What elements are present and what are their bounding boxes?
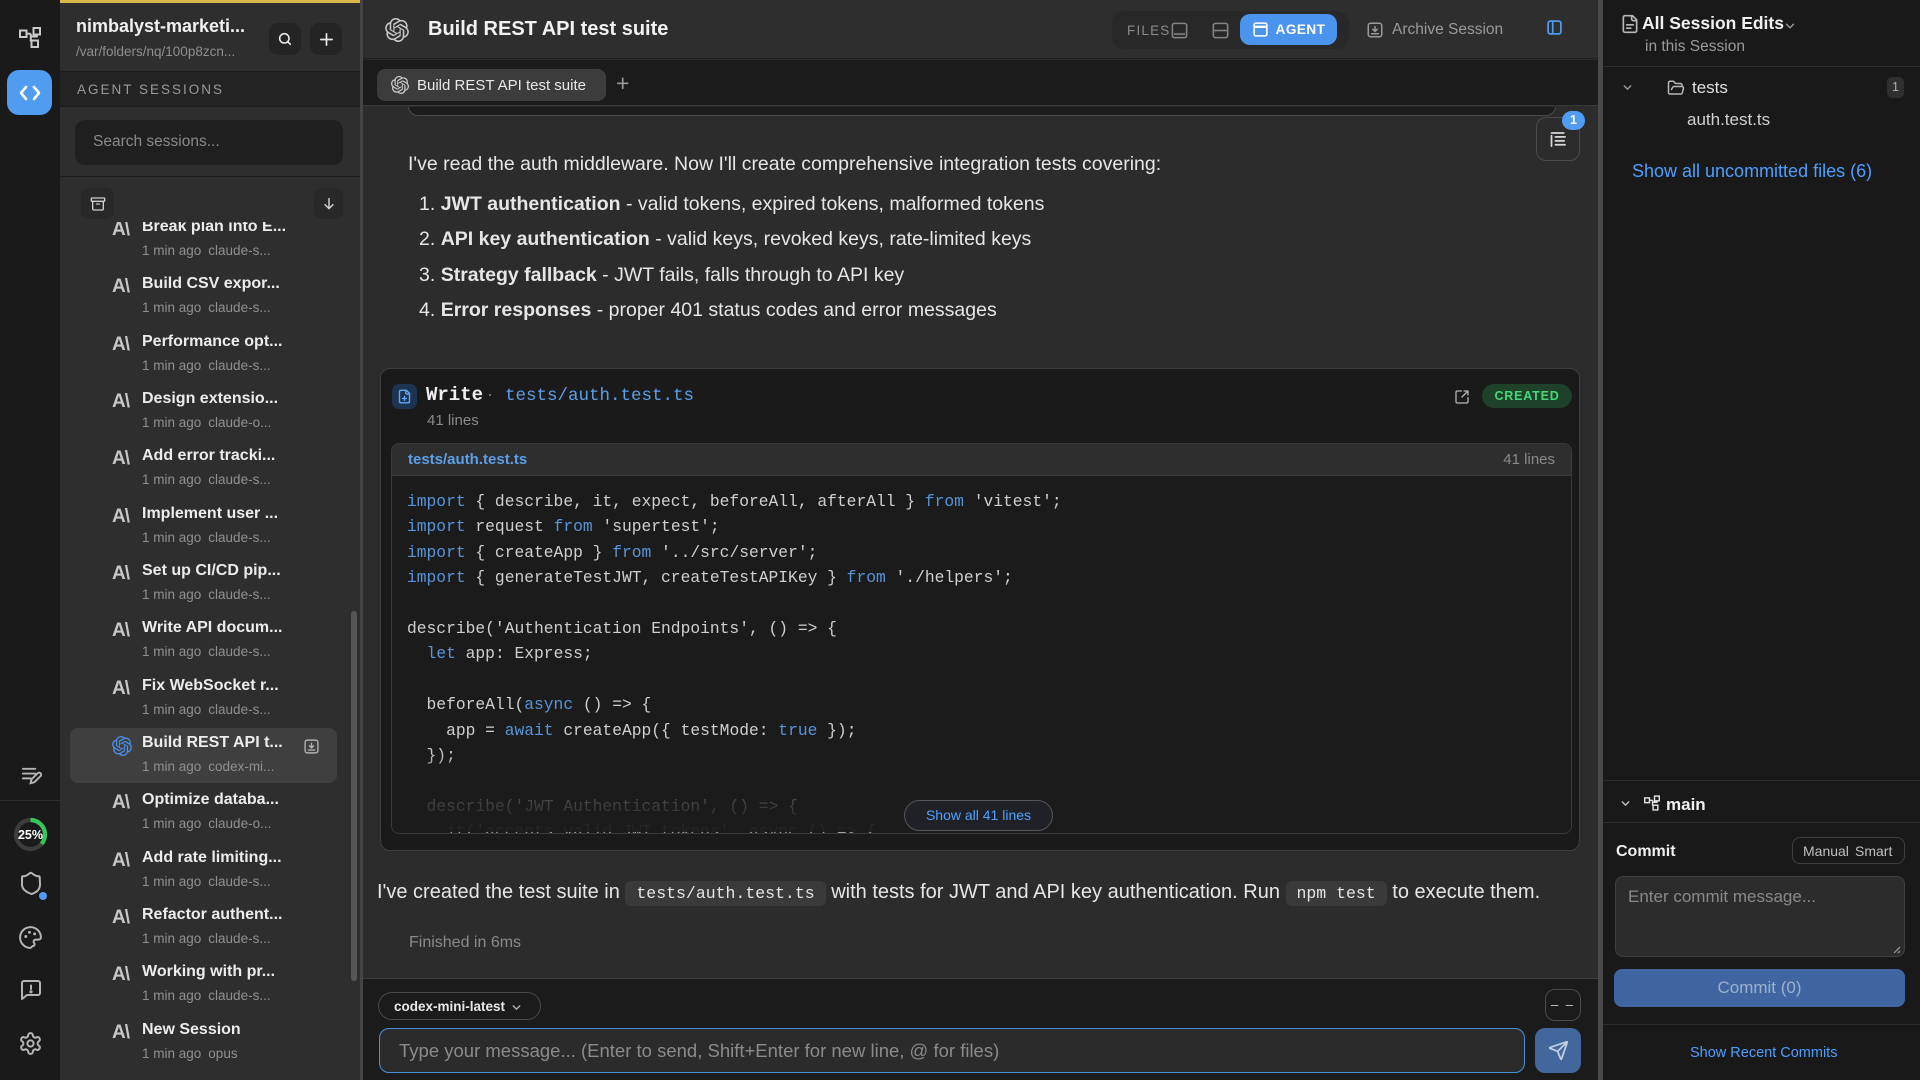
svg-text:25%: 25% — [18, 828, 43, 842]
